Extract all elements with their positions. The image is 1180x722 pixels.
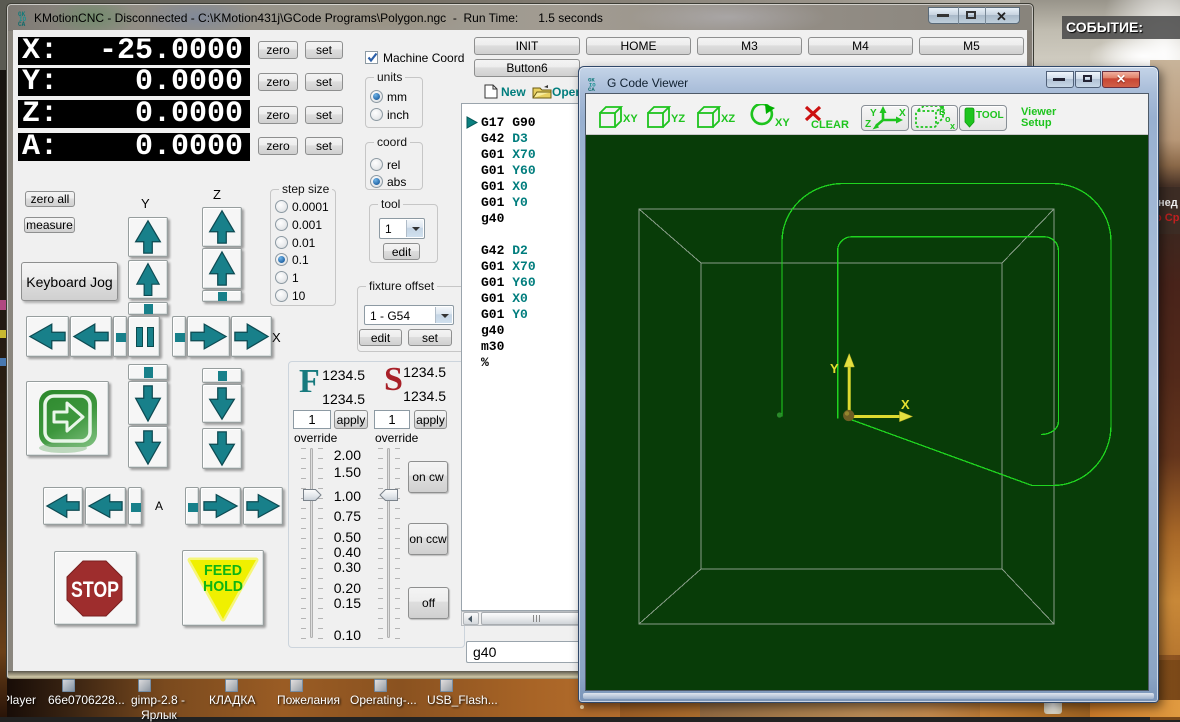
svg-text:XY: XY [775,117,790,129]
svg-text:YZ: YZ [671,113,685,125]
svg-text:CA: CA [18,21,26,27]
svg-text:X: X [899,108,906,119]
svg-text:STOP: STOP [71,577,119,602]
svg-text:TOOL: TOOL [976,110,1004,121]
svg-text:Y: Y [830,361,839,376]
svg-text:CLEAR: CLEAR [811,119,849,131]
svg-text:XZ: XZ [721,113,735,125]
svg-text:X: X [901,397,910,412]
svg-text:HOLD: HOLD [203,578,243,595]
svg-text:CA: CA [588,86,595,92]
svg-text:FEED: FEED [204,562,242,579]
svg-text:Y: Y [870,108,877,119]
svg-text:x: x [950,121,955,130]
svg-text:Z: Z [865,119,871,130]
svg-text:XY: XY [623,113,638,125]
